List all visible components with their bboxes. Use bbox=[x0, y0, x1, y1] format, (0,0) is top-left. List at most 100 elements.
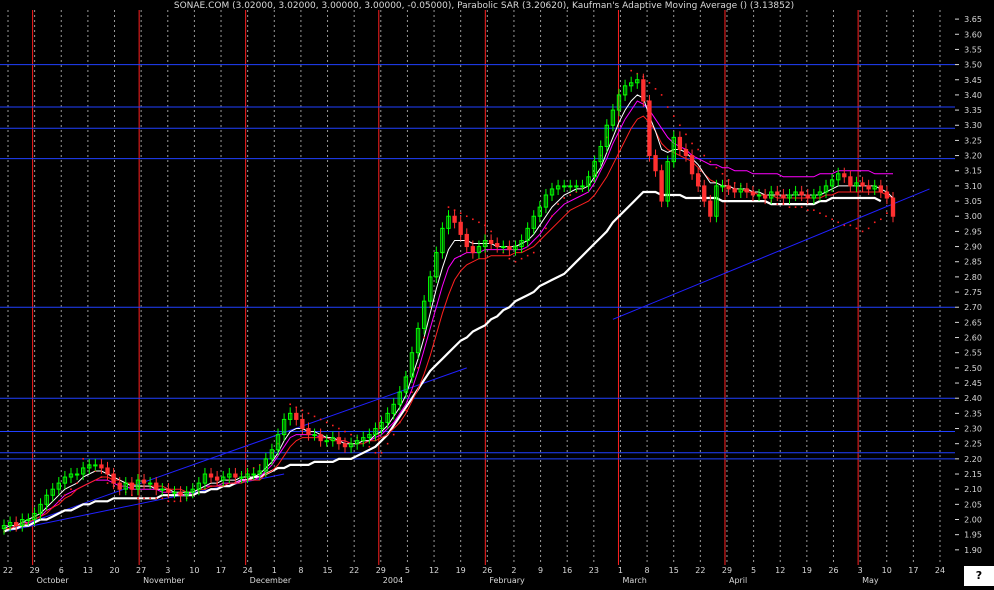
candle-body bbox=[775, 191, 780, 196]
candlesticks bbox=[1, 73, 896, 535]
candle-body bbox=[781, 194, 786, 199]
sar-point bbox=[423, 336, 425, 339]
sar-point bbox=[313, 415, 316, 418]
x-day-label: 23 bbox=[589, 566, 599, 575]
candle-body bbox=[324, 440, 329, 443]
candle-body bbox=[659, 170, 664, 202]
sar-point bbox=[685, 133, 687, 136]
candle-body bbox=[495, 243, 500, 248]
sar-point bbox=[380, 451, 383, 454]
moving-averages bbox=[3, 94, 894, 533]
candle-body bbox=[74, 473, 80, 476]
x-day-label: 6 bbox=[59, 566, 64, 575]
x-day-label: 29 bbox=[722, 566, 732, 575]
candle-body bbox=[744, 188, 750, 193]
candle-body bbox=[507, 246, 512, 251]
candle-body bbox=[14, 522, 19, 527]
sar-point bbox=[472, 218, 474, 221]
x-day-label: 15 bbox=[322, 566, 332, 575]
help-button[interactable]: ? bbox=[964, 566, 994, 586]
candle-body bbox=[568, 185, 573, 188]
candle-body bbox=[111, 473, 116, 484]
sar-point bbox=[325, 421, 328, 424]
y-tick-label: 2.35 bbox=[964, 409, 982, 418]
candle-body bbox=[702, 185, 707, 202]
sar-point bbox=[155, 497, 158, 500]
sar-point bbox=[210, 485, 212, 487]
sar-point bbox=[654, 88, 657, 90]
candle-body bbox=[683, 149, 689, 157]
x-day-label: 2 bbox=[511, 566, 516, 575]
x-day-label: 3 bbox=[858, 566, 863, 575]
y-tick-label: 2.50 bbox=[964, 364, 982, 373]
sar-point bbox=[478, 221, 480, 224]
y-tick-label: 3.00 bbox=[964, 212, 982, 221]
y-tick-label: 2.95 bbox=[964, 227, 982, 236]
sar-point bbox=[630, 69, 632, 72]
fast-moving-average-line bbox=[3, 94, 894, 530]
candle-body bbox=[141, 479, 147, 484]
y-tick-label: 2.30 bbox=[964, 425, 982, 434]
candle-body bbox=[318, 434, 323, 442]
candle-body bbox=[501, 246, 506, 249]
candle-body bbox=[756, 194, 762, 197]
x-day-label: 19 bbox=[802, 566, 812, 575]
x-day-label: 8 bbox=[645, 566, 650, 575]
x-day-label: 10 bbox=[189, 566, 199, 575]
parabolic-sar bbox=[3, 69, 894, 533]
candle-body bbox=[878, 185, 883, 193]
sar-point bbox=[173, 500, 176, 503]
candle-body bbox=[342, 443, 348, 448]
sar-point bbox=[819, 212, 821, 214]
y-tick-label: 3.10 bbox=[964, 182, 982, 191]
x-day-label: 29 bbox=[30, 566, 40, 575]
candle-body bbox=[720, 185, 725, 188]
candle-body bbox=[147, 482, 153, 485]
x-day-label: 26 bbox=[828, 566, 838, 575]
x-day-label: 1 bbox=[272, 566, 277, 575]
sar-point bbox=[886, 212, 888, 214]
candle-body bbox=[336, 437, 342, 445]
candle-body bbox=[93, 464, 98, 467]
sar-point bbox=[831, 218, 833, 221]
sar-point bbox=[137, 497, 139, 500]
sar-point bbox=[569, 194, 572, 196]
sar-point bbox=[843, 224, 846, 227]
candle-body bbox=[458, 221, 463, 235]
sar-point bbox=[703, 154, 706, 157]
x-month-label: March bbox=[622, 576, 646, 585]
sar-point bbox=[709, 160, 712, 163]
candle-body bbox=[641, 79, 646, 102]
y-tick-label: 2.15 bbox=[964, 470, 982, 479]
candle-body bbox=[117, 482, 122, 490]
price-chart[interactable]: 3.65 3.60 3.55 3.50 3.45 3.40 3.35 3.30 3.25 3.20… bbox=[0, 0, 994, 586]
y-tick-label: 2.20 bbox=[964, 455, 982, 464]
sar-point bbox=[526, 254, 529, 257]
sar-point bbox=[691, 142, 693, 145]
candle-body bbox=[848, 176, 853, 187]
y-tick-label: 2.75 bbox=[964, 288, 982, 297]
x-day-label: 12 bbox=[775, 566, 785, 575]
sar-point bbox=[545, 227, 547, 230]
y-tick-label: 2.85 bbox=[964, 258, 982, 267]
sar-point bbox=[867, 227, 870, 230]
candle-body bbox=[470, 246, 476, 254]
trendline bbox=[612, 188, 930, 320]
sar-point bbox=[800, 206, 803, 208]
sar-point bbox=[447, 206, 450, 208]
y-tick-label: 2.70 bbox=[964, 303, 982, 312]
sar-point bbox=[161, 497, 164, 500]
x-day-label: 29 bbox=[376, 566, 386, 575]
sar-point bbox=[143, 497, 145, 500]
candle-body bbox=[452, 215, 457, 223]
y-tick-label: 3.45 bbox=[964, 76, 982, 85]
y-tick-label: 3.25 bbox=[964, 136, 982, 145]
candle-body bbox=[750, 191, 756, 196]
y-tick-label: 2.80 bbox=[964, 273, 982, 282]
candle-body bbox=[762, 194, 768, 199]
y-tick-label: 1.90 bbox=[964, 546, 982, 555]
y-tick-label: 3.15 bbox=[964, 167, 982, 176]
sar-point bbox=[64, 494, 66, 497]
sar-point bbox=[459, 212, 462, 214]
x-day-label: 8 bbox=[298, 566, 303, 575]
